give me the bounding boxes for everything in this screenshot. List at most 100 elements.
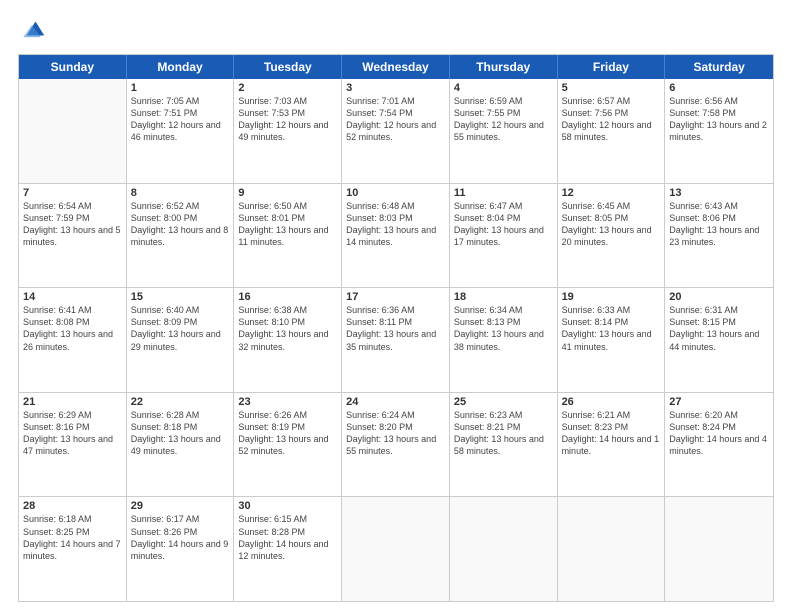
day-number: 24 [346,396,445,408]
day-cell-empty [342,497,450,601]
daylight-text: Daylight: 12 hours and 52 minutes. [346,119,445,143]
sunset-text: Sunset: 8:13 PM [454,316,553,328]
sunset-text: Sunset: 8:23 PM [562,421,661,433]
sunrise-text: Sunrise: 6:54 AM [23,200,122,212]
sunrise-text: Sunrise: 7:01 AM [346,95,445,107]
day-cell-8: 8Sunrise: 6:52 AMSunset: 8:00 PMDaylight… [127,184,235,288]
day-cell-9: 9Sunrise: 6:50 AMSunset: 8:01 PMDaylight… [234,184,342,288]
sunset-text: Sunset: 8:09 PM [131,316,230,328]
day-cell-6: 6Sunrise: 6:56 AMSunset: 7:58 PMDaylight… [665,79,773,183]
daylight-text: Daylight: 13 hours and 17 minutes. [454,224,553,248]
day-cell-7: 7Sunrise: 6:54 AMSunset: 7:59 PMDaylight… [19,184,127,288]
day-cell-empty [558,497,666,601]
col-header-friday: Friday [558,55,666,79]
day-info: Sunrise: 6:26 AMSunset: 8:19 PMDaylight:… [238,409,337,458]
sunrise-text: Sunrise: 6:29 AM [23,409,122,421]
day-number: 17 [346,291,445,303]
sunrise-text: Sunrise: 6:38 AM [238,304,337,316]
column-headers: SundayMondayTuesdayWednesdayThursdayFrid… [19,55,773,79]
day-cell-empty [19,79,127,183]
daylight-text: Daylight: 13 hours and 35 minutes. [346,328,445,352]
day-number: 28 [23,500,122,512]
daylight-text: Daylight: 13 hours and 49 minutes. [131,433,230,457]
day-cell-5: 5Sunrise: 6:57 AMSunset: 7:56 PMDaylight… [558,79,666,183]
day-number: 9 [238,187,337,199]
day-cell-14: 14Sunrise: 6:41 AMSunset: 8:08 PMDayligh… [19,288,127,392]
sunset-text: Sunset: 8:01 PM [238,212,337,224]
sunset-text: Sunset: 7:53 PM [238,107,337,119]
daylight-text: Daylight: 13 hours and 29 minutes. [131,328,230,352]
day-cell-25: 25Sunrise: 6:23 AMSunset: 8:21 PMDayligh… [450,393,558,497]
daylight-text: Daylight: 14 hours and 1 minute. [562,433,661,457]
day-number: 8 [131,187,230,199]
sunset-text: Sunset: 8:18 PM [131,421,230,433]
day-info: Sunrise: 6:31 AMSunset: 8:15 PMDaylight:… [669,304,769,353]
daylight-text: Daylight: 13 hours and 5 minutes. [23,224,122,248]
day-cell-30: 30Sunrise: 6:15 AMSunset: 8:28 PMDayligh… [234,497,342,601]
sunset-text: Sunset: 7:56 PM [562,107,661,119]
day-info: Sunrise: 7:01 AMSunset: 7:54 PMDaylight:… [346,95,445,144]
week-row-5: 28Sunrise: 6:18 AMSunset: 8:25 PMDayligh… [19,497,773,601]
sunset-text: Sunset: 8:10 PM [238,316,337,328]
daylight-text: Daylight: 12 hours and 49 minutes. [238,119,337,143]
sunrise-text: Sunrise: 6:56 AM [669,95,769,107]
daylight-text: Daylight: 13 hours and 38 minutes. [454,328,553,352]
day-info: Sunrise: 6:24 AMSunset: 8:20 PMDaylight:… [346,409,445,458]
day-info: Sunrise: 6:43 AMSunset: 8:06 PMDaylight:… [669,200,769,249]
day-info: Sunrise: 6:47 AMSunset: 8:04 PMDaylight:… [454,200,553,249]
calendar-grid: SundayMondayTuesdayWednesdayThursdayFrid… [18,54,774,602]
day-number: 15 [131,291,230,303]
day-info: Sunrise: 6:15 AMSunset: 8:28 PMDaylight:… [238,513,337,562]
day-number: 27 [669,396,769,408]
day-info: Sunrise: 6:57 AMSunset: 7:56 PMDaylight:… [562,95,661,144]
daylight-text: Daylight: 14 hours and 9 minutes. [131,538,230,562]
sunrise-text: Sunrise: 6:21 AM [562,409,661,421]
sunset-text: Sunset: 8:16 PM [23,421,122,433]
sunrise-text: Sunrise: 6:28 AM [131,409,230,421]
daylight-text: Daylight: 13 hours and 32 minutes. [238,328,337,352]
day-info: Sunrise: 6:50 AMSunset: 8:01 PMDaylight:… [238,200,337,249]
day-cell-19: 19Sunrise: 6:33 AMSunset: 8:14 PMDayligh… [558,288,666,392]
day-number: 20 [669,291,769,303]
sunset-text: Sunset: 7:59 PM [23,212,122,224]
sunset-text: Sunset: 8:19 PM [238,421,337,433]
day-cell-16: 16Sunrise: 6:38 AMSunset: 8:10 PMDayligh… [234,288,342,392]
day-number: 6 [669,82,769,94]
sunrise-text: Sunrise: 6:59 AM [454,95,553,107]
sunset-text: Sunset: 8:14 PM [562,316,661,328]
week-row-2: 7Sunrise: 6:54 AMSunset: 7:59 PMDaylight… [19,184,773,289]
day-info: Sunrise: 6:28 AMSunset: 8:18 PMDaylight:… [131,409,230,458]
weeks-container: 1Sunrise: 7:05 AMSunset: 7:51 PMDaylight… [19,79,773,601]
day-info: Sunrise: 6:33 AMSunset: 8:14 PMDaylight:… [562,304,661,353]
day-number: 13 [669,187,769,199]
sunset-text: Sunset: 8:00 PM [131,212,230,224]
sunset-text: Sunset: 8:28 PM [238,526,337,538]
daylight-text: Daylight: 13 hours and 23 minutes. [669,224,769,248]
sunrise-text: Sunrise: 6:24 AM [346,409,445,421]
week-row-4: 21Sunrise: 6:29 AMSunset: 8:16 PM Dayligh… [19,393,773,498]
sunrise-text: Sunrise: 6:40 AM [131,304,230,316]
daylight-text: Daylight: 13 hours and 20 minutes. [562,224,661,248]
day-info: Sunrise: 6:18 AMSunset: 8:25 PMDaylight:… [23,513,122,562]
day-cell-11: 11Sunrise: 6:47 AMSunset: 8:04 PMDayligh… [450,184,558,288]
sunrise-text: Sunrise: 6:50 AM [238,200,337,212]
day-number: 10 [346,187,445,199]
col-header-tuesday: Tuesday [234,55,342,79]
col-header-sunday: Sunday [19,55,127,79]
day-number: 21 [23,396,122,408]
sunrise-text: Sunrise: 7:05 AM [131,95,230,107]
daylight-text: Daylight: 13 hours and 55 minutes. [346,433,445,457]
day-cell-1: 1Sunrise: 7:05 AMSunset: 7:51 PMDaylight… [127,79,235,183]
day-cell-28: 28Sunrise: 6:18 AMSunset: 8:25 PMDayligh… [19,497,127,601]
day-cell-empty [450,497,558,601]
day-cell-20: 20Sunrise: 6:31 AMSunset: 8:15 PMDayligh… [665,288,773,392]
day-number: 3 [346,82,445,94]
daylight-text: Daylight: 12 hours and 55 minutes. [454,119,553,143]
day-info: Sunrise: 6:36 AMSunset: 8:11 PMDaylight:… [346,304,445,353]
sunset-text: Sunset: 8:05 PM [562,212,661,224]
col-header-wednesday: Wednesday [342,55,450,79]
sunrise-text: Sunrise: 6:33 AM [562,304,661,316]
day-info: Sunrise: 6:23 AMSunset: 8:21 PMDaylight:… [454,409,553,458]
day-number: 29 [131,500,230,512]
sunrise-text: Sunrise: 6:36 AM [346,304,445,316]
